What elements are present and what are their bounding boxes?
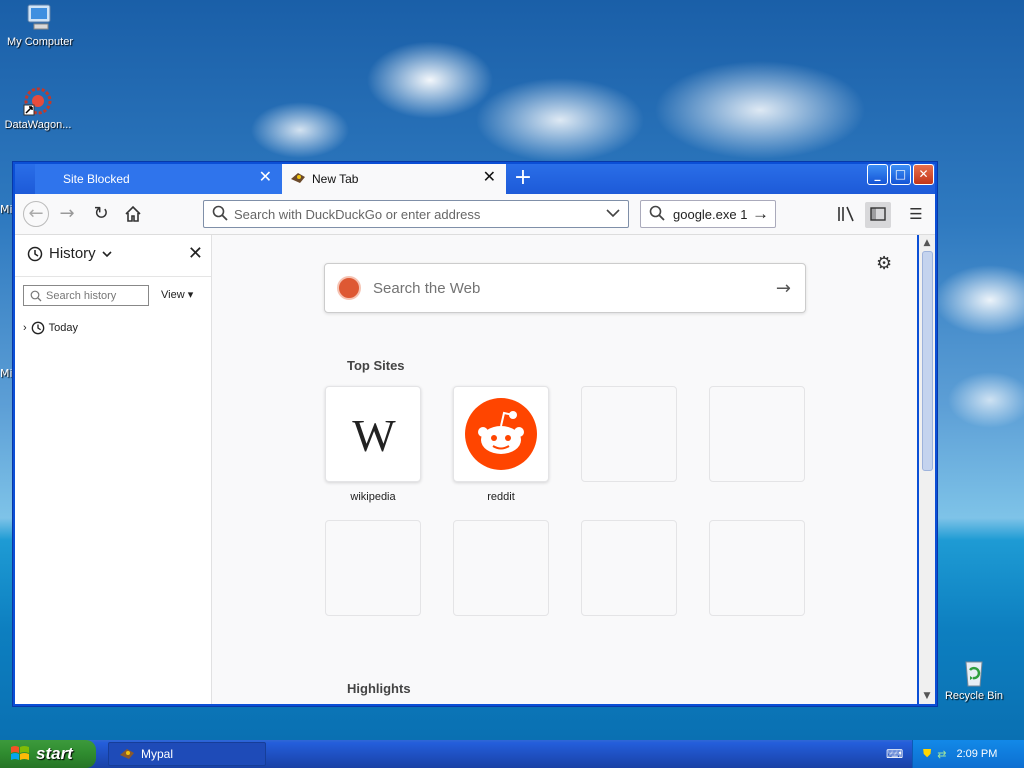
history-search-input[interactable]: Search history xyxy=(23,285,149,306)
web-search-placeholder: Search the Web xyxy=(373,279,481,297)
top-site-tile-wikipedia[interactable]: W xyxy=(325,386,421,482)
search-icon xyxy=(30,290,42,301)
scrollbar-thumb[interactable] xyxy=(922,251,933,471)
network-icon[interactable]: ⇄ xyxy=(937,748,946,761)
scroll-down-icon[interactable]: ▼ xyxy=(921,690,933,702)
desktop-edge-label: Mi xyxy=(0,203,13,216)
search-bar[interactable]: google.exe 1 → xyxy=(640,200,776,228)
top-site-tile-empty[interactable] xyxy=(709,520,805,616)
taskbar-item-mypal[interactable]: Mypal xyxy=(108,742,266,766)
top-sites-heading: Top Sites xyxy=(347,358,405,373)
maximize-button[interactable]: □ xyxy=(890,164,911,185)
forward-button[interactable]: → xyxy=(55,202,79,226)
clock-icon xyxy=(27,246,43,261)
wikipedia-logo-icon: W xyxy=(352,410,396,461)
chevron-down-icon[interactable] xyxy=(606,207,620,221)
datawagon-icon xyxy=(22,85,54,117)
scroll-up-icon[interactable]: ▲ xyxy=(921,237,933,249)
vertical-scrollbar[interactable]: ▲ ▼ xyxy=(919,235,935,704)
top-site-tile-empty[interactable] xyxy=(325,520,421,616)
start-label: start xyxy=(36,744,73,763)
search-icon xyxy=(649,205,665,224)
reddit-logo-icon xyxy=(465,398,537,470)
recycle-bin-icon xyxy=(958,656,990,688)
highlights-heading: Highlights xyxy=(347,681,411,696)
address-bar-placeholder: Search with DuckDuckGo or enter address xyxy=(234,206,481,222)
security-shield-icon[interactable]: ⛊ xyxy=(923,748,931,761)
tab-site-blocked[interactable]: Site Blocked ✕ xyxy=(35,164,282,194)
home-button[interactable] xyxy=(121,202,145,226)
sidebar-toggle-icon[interactable] xyxy=(865,202,891,228)
tab-new-tab[interactable]: New Tab ✕ xyxy=(282,164,506,194)
start-button[interactable]: start xyxy=(0,740,96,768)
chevron-down-icon xyxy=(102,250,112,257)
arrow-right-icon[interactable]: → xyxy=(752,204,769,224)
search-icon xyxy=(212,205,228,224)
top-site-tile-empty[interactable] xyxy=(581,520,677,616)
new-tab-button[interactable]: + xyxy=(511,166,535,190)
desktop-icon-label: My Computer xyxy=(6,36,74,48)
search-bar-value: google.exe 1 xyxy=(673,206,748,222)
mypal-icon xyxy=(120,749,134,759)
tab-label: New Tab xyxy=(312,172,359,186)
history-search-placeholder: Search history xyxy=(46,289,117,302)
history-sidebar: History ✕ Search history View ▾ › Today xyxy=(15,235,212,704)
tab-strip: Site Blocked ✕ New Tab ✕ + _ □ ✕ xyxy=(15,164,935,194)
tab-label: Site Blocked xyxy=(63,172,130,186)
top-site-tile-reddit[interactable] xyxy=(453,386,549,482)
taskbar-item-label: Mypal xyxy=(141,747,174,761)
desktop-icon-label: DataWagon... xyxy=(4,119,72,131)
view-label: View xyxy=(161,289,185,301)
new-tab-page: ⚙ Search the Web → Top Sites W wikipedia xyxy=(212,235,917,704)
clock-icon xyxy=(31,321,45,335)
window-close-button[interactable]: ✕ xyxy=(913,164,934,185)
desktop-icon-label: Recycle Bin xyxy=(944,690,1004,702)
history-group-today[interactable]: › Today xyxy=(23,321,78,335)
home-icon xyxy=(125,205,141,222)
reload-button[interactable]: ↻ xyxy=(89,202,113,226)
chevron-right-icon: › xyxy=(23,322,27,334)
sidebar-title: History xyxy=(49,245,96,262)
divider xyxy=(15,276,211,277)
close-icon[interactable]: ✕ xyxy=(188,243,203,264)
top-site-tile-empty[interactable] xyxy=(709,386,805,482)
clock[interactable]: 2:09 PM xyxy=(956,748,997,760)
navigation-toolbar: ← → ↻ Search with DuckDuckGo or enter ad… xyxy=(15,194,935,235)
web-search-box[interactable]: Search the Web → xyxy=(324,263,806,313)
top-site-tile-empty[interactable] xyxy=(453,520,549,616)
history-group-label: Today xyxy=(48,322,79,334)
menu-icon[interactable]: ☰ xyxy=(903,202,929,228)
desktop-icon-my-computer[interactable]: My Computer xyxy=(0,2,80,48)
desktop-edge-label: Mi xyxy=(0,367,13,380)
gear-icon[interactable]: ⚙ xyxy=(876,253,892,274)
desktop-icon-recycle-bin[interactable]: Recycle Bin xyxy=(934,656,1014,702)
top-site-tile-empty[interactable] xyxy=(581,386,677,482)
windows-logo-icon xyxy=(11,746,29,760)
keyboard-icon[interactable]: ⌨ xyxy=(886,747,903,761)
close-icon[interactable]: ✕ xyxy=(259,170,272,186)
address-bar[interactable]: Search with DuckDuckGo or enter address xyxy=(203,200,629,228)
view-menu-button[interactable]: View ▾ xyxy=(161,288,193,301)
back-button[interactable]: ← xyxy=(23,201,49,227)
browser-window: Site Blocked ✕ New Tab ✕ + _ □ ✕ ← → ↻ S… xyxy=(12,161,938,707)
duckduckgo-logo-icon xyxy=(337,276,361,300)
minimize-button[interactable]: _ xyxy=(867,164,888,185)
desktop-icon-datawagon[interactable]: DataWagon... xyxy=(0,85,78,131)
top-site-label[interactable]: reddit xyxy=(453,491,549,503)
taskbar: start Mypal ⌨ ⛊ ⇄ 2:09 PM xyxy=(0,740,1024,768)
close-icon[interactable]: ✕ xyxy=(483,170,496,186)
arrow-right-icon[interactable]: → xyxy=(776,278,791,299)
sidebar-switcher[interactable]: History xyxy=(27,245,112,262)
system-tray: ⛊ ⇄ 2:09 PM xyxy=(912,740,1024,768)
chevron-down-icon: ▾ xyxy=(187,289,194,301)
library-icon[interactable] xyxy=(833,202,859,228)
computer-icon xyxy=(24,2,56,34)
top-site-label[interactable]: wikipedia xyxy=(325,491,421,503)
mypal-favicon-icon xyxy=(290,171,306,188)
